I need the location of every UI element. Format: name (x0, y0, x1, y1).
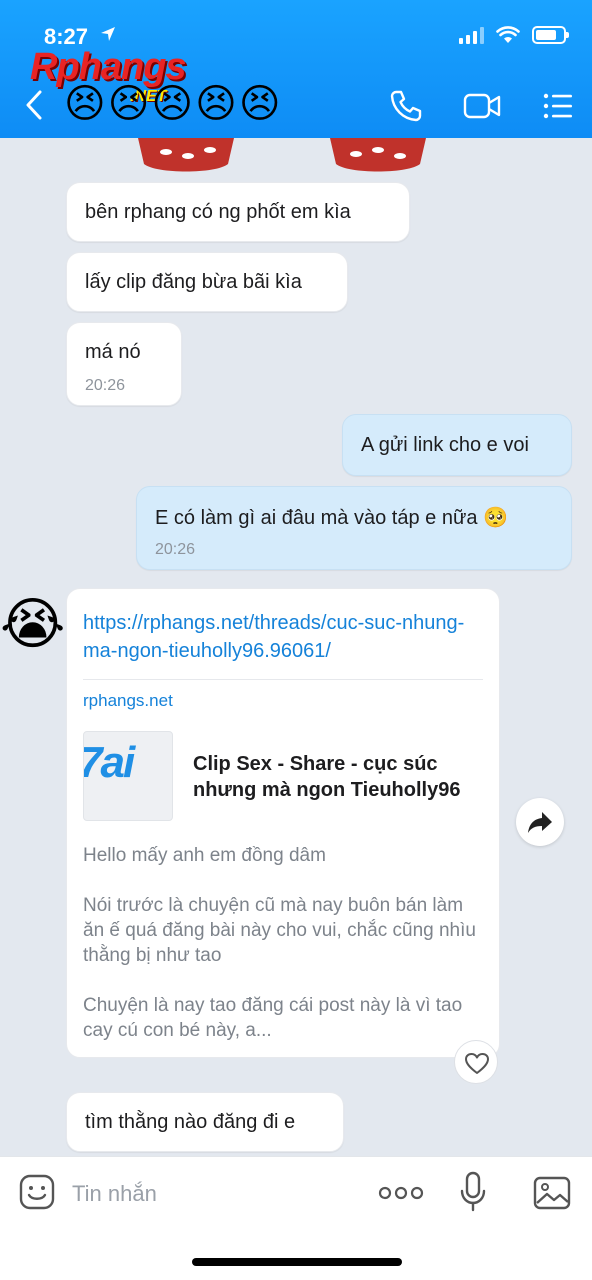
title-emoji: 😣 (107, 82, 150, 126)
card-divider (83, 679, 483, 680)
video-camera-icon[interactable] (462, 86, 502, 126)
link-title: Clip Sex - Share - cục súc nhưng mà ngon… (193, 753, 461, 801)
more-dots-icon[interactable] (378, 1185, 424, 1201)
message-bubble-outgoing[interactable]: E có làm gì ai đâu mà vào táp e nữa 🥺 20… (136, 486, 572, 570)
message-bubble-incoming[interactable]: bên rphang có ng phốt em kìa (66, 182, 410, 242)
message-time: 20:26 (155, 541, 196, 558)
sender-avatar[interactable]: 😭 (0, 592, 65, 656)
react-heart-button[interactable] (454, 1040, 498, 1084)
phone-icon[interactable] (386, 86, 426, 126)
link-url[interactable]: https://rphangs.net/threads/cuc-suc-nhun… (83, 609, 483, 665)
pleading-face-emoji: 🥺 (483, 507, 508, 529)
home-indicator[interactable] (192, 1258, 402, 1266)
message-input[interactable]: Tin nhắn (72, 1181, 157, 1207)
link-description: Nói trước là chuyện cũ mà nay buôn bán l… (83, 895, 476, 966)
message-text: má nó (85, 341, 141, 363)
title-emoji: 😣 (151, 82, 194, 126)
sticker-image[interactable] (328, 138, 428, 174)
link-domain: rphangs.net (83, 691, 173, 710)
title-emoji: 😣 (195, 82, 237, 126)
share-forward-button[interactable] (516, 798, 564, 846)
microphone-icon[interactable] (458, 1171, 488, 1213)
link-thumbnail: 7ai (83, 731, 173, 821)
message-bubble-incoming[interactable]: tìm thằng nào đăng đi e (66, 1092, 344, 1152)
title-emoji: 😣 (64, 82, 106, 126)
link-description: Hello mấy anh em đồng dâm (83, 845, 326, 866)
cellular-signal-icon (459, 26, 484, 44)
heart-icon (465, 1053, 489, 1074)
back-chevron-icon[interactable] (20, 88, 48, 122)
battery-icon (532, 26, 569, 44)
status-indicators (459, 26, 569, 44)
message-bubble-outgoing[interactable]: A gửi link cho e voi (342, 414, 572, 476)
link-preview-card[interactable]: https://rphangs.net/threads/cuc-suc-nhun… (66, 588, 500, 1058)
message-text: tìm thằng nào đăng đi e (85, 1111, 296, 1133)
sticker-image[interactable] (136, 138, 236, 174)
message-bubble-incoming[interactable]: lấy clip đăng bừa bãi kìa (66, 252, 348, 312)
chat-header: 8:27 Rphangs .NET 😣 😣 😣 😣 😣 (0, 0, 592, 138)
message-text: bên rphang có ng phốt em kìa (85, 201, 351, 223)
message-text: E có làm gì ai đâu mà vào táp e nữa 🥺 (155, 507, 508, 529)
message-text: lấy clip đăng bừa bãi kìa (85, 271, 302, 293)
wifi-icon (496, 26, 520, 43)
message-time: 20:26 (85, 377, 126, 394)
image-gallery-icon[interactable] (532, 1175, 572, 1211)
conversation-title[interactable]: 😣 😣 😣 😣 😣 (64, 80, 281, 128)
thumbnail-logo-text: 7ai (83, 738, 135, 787)
message-text: A gửi link cho e voi (361, 434, 529, 456)
link-description: Chuyện là nay tao đăng cái post này là v… (83, 995, 463, 1041)
sticker-smile-icon[interactable] (18, 1173, 56, 1211)
share-forward-icon (528, 812, 552, 833)
title-emoji: 😣 (238, 82, 281, 126)
location-arrow-icon (101, 27, 115, 41)
message-bubble-incoming[interactable]: má nó 20:26 (66, 322, 182, 406)
menu-list-icon[interactable] (538, 86, 578, 126)
